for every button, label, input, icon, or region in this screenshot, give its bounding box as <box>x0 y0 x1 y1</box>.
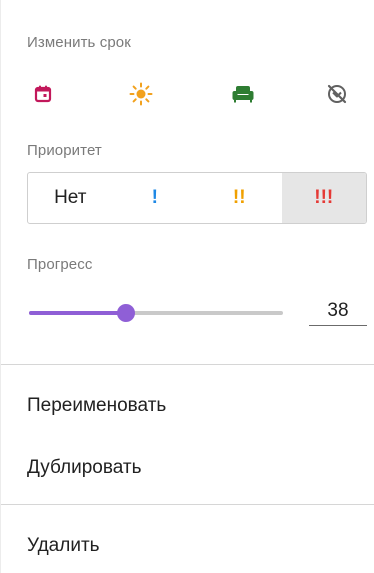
due-tomorrow-button[interactable] <box>121 74 161 114</box>
due-date-buttons <box>27 74 357 114</box>
due-today-button[interactable] <box>23 74 63 114</box>
task-context-menu: Изменить срок Приоритет Нет ! !! !!! Про… <box>0 0 374 573</box>
priority-selector: Нет ! !! !!! <box>27 172 367 224</box>
sun-icon <box>129 82 153 106</box>
priority-label: Приоритет <box>27 142 102 159</box>
rename-menu-item[interactable]: Переименовать <box>27 382 374 430</box>
progress-value-input[interactable]: 38 <box>309 296 367 326</box>
priority-medium-option[interactable]: !! <box>197 173 282 223</box>
divider <box>1 364 374 365</box>
progress-label: Прогресс <box>27 256 93 273</box>
slider-fill <box>29 311 126 315</box>
due-no-date-button[interactable] <box>317 74 357 114</box>
calendar-icon <box>33 84 53 104</box>
priority-low-option[interactable]: ! <box>113 173 198 223</box>
due-date-label: Изменить срок <box>27 34 131 51</box>
divider <box>1 504 374 505</box>
delete-menu-item[interactable]: Удалить <box>27 522 374 570</box>
duplicate-menu-item[interactable]: Дублировать <box>27 444 374 492</box>
priority-high-option[interactable]: !!! <box>281 173 366 223</box>
slider-thumb[interactable] <box>116 304 135 322</box>
couch-icon <box>231 84 255 104</box>
due-weekend-button[interactable] <box>223 74 263 114</box>
priority-none-option[interactable]: Нет <box>28 173 113 223</box>
no-date-icon <box>326 83 348 105</box>
progress-slider[interactable] <box>29 302 283 324</box>
